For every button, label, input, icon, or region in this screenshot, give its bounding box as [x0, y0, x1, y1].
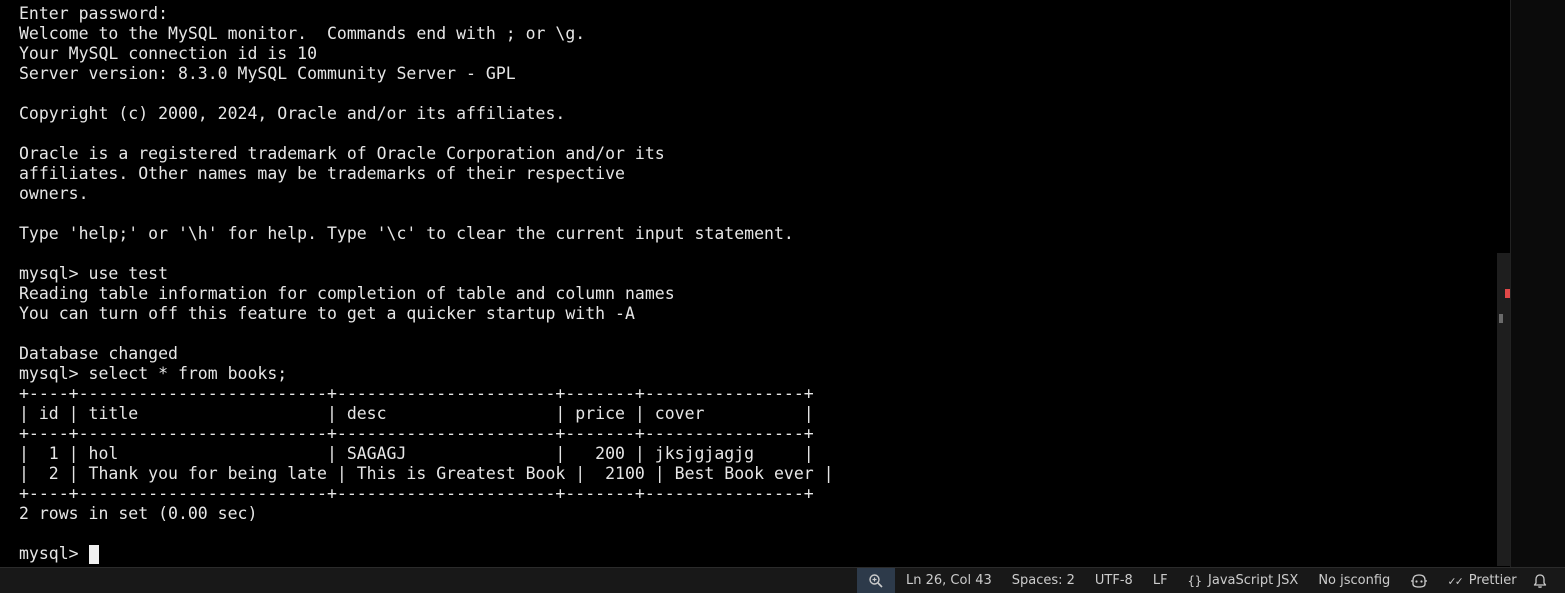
terminal-scrollbar[interactable]	[1497, 253, 1510, 566]
text-cursor	[88, 544, 99, 564]
copilot-button[interactable]	[1410, 573, 1428, 589]
zoom-icon	[869, 573, 883, 588]
terminal-line: owners.	[19, 184, 89, 203]
terminal-line: affiliates. Other names may be trademark…	[19, 164, 625, 183]
scrollbar-cursor-mark	[1499, 314, 1503, 323]
jsconfig-status[interactable]: No jsconfig	[1318, 573, 1390, 588]
table-border: +----+-------------------------+--------…	[19, 424, 814, 443]
table-border: +----+-------------------------+--------…	[19, 484, 814, 503]
terminal-line: Welcome to the MySQL monitor. Commands e…	[19, 24, 586, 43]
table-header-row: | id | title | desc | price | cover |	[19, 404, 814, 423]
language-mode[interactable]: {} JavaScript JSX	[1188, 573, 1299, 588]
terminal-line: Your MySQL connection id is 10	[19, 44, 318, 63]
terminal-line: Oracle is a registered trademark of Orac…	[19, 144, 665, 163]
terminal-output: Enter password: Welcome to the MySQL mon…	[19, 4, 834, 544]
encoding-setting[interactable]: UTF-8	[1095, 573, 1133, 588]
prettier-status[interactable]: ✓✓ Prettier	[1448, 573, 1516, 588]
indentation-setting[interactable]: Spaces: 2	[1012, 573, 1075, 588]
status-items: Ln 26, Col 43 Spaces: 2 UTF-8 LF {} Java…	[906, 568, 1517, 593]
prettier-label: Prettier	[1468, 573, 1517, 588]
overview-ruler-error-mark	[1505, 289, 1510, 298]
editor-gutter	[1510, 0, 1565, 567]
terminal-line: mysql> use test	[19, 264, 169, 283]
double-check-icon: ✓✓	[1448, 573, 1463, 588]
terminal-line: Server version: 8.3.0 MySQL Community Se…	[19, 64, 516, 83]
cursor-position[interactable]: Ln 26, Col 43	[906, 573, 992, 588]
table-row: | 2 | Thank you for being late | This is…	[19, 464, 834, 483]
terminal-line: Enter password:	[19, 4, 169, 23]
braces-icon: {}	[1187, 573, 1203, 588]
terminal-line: Reading table information for completion…	[19, 284, 675, 303]
table-row: | 1 | hol | SAGAGJ | 200 | jksjgjagjg |	[19, 444, 814, 463]
terminal-line: Copyright (c) 2000, 2024, Oracle and/or …	[19, 104, 566, 123]
zoom-button[interactable]	[857, 568, 895, 593]
terminal-line: Type 'help;' or '\h' for help. Type '\c'…	[19, 224, 794, 243]
mysql-prompt[interactable]: mysql>	[19, 544, 99, 564]
terminal-line: You can turn off this feature to get a q…	[19, 304, 635, 323]
terminal-panel[interactable]: Enter password: Welcome to the MySQL mon…	[0, 0, 1510, 567]
status-bar: Ln 26, Col 43 Spaces: 2 UTF-8 LF {} Java…	[0, 567, 1565, 593]
language-label: JavaScript JSX	[1208, 573, 1299, 588]
table-border: +----+-------------------------+--------…	[19, 384, 814, 403]
prompt-text: mysql>	[19, 544, 89, 563]
terminal-line: Database changed	[19, 344, 178, 363]
copilot-icon	[1411, 573, 1428, 588]
eol-setting[interactable]: LF	[1153, 573, 1168, 588]
terminal-line: mysql> select * from books;	[19, 364, 288, 383]
bell-icon[interactable]	[1532, 573, 1548, 589]
terminal-line: 2 rows in set (0.00 sec)	[19, 504, 258, 523]
